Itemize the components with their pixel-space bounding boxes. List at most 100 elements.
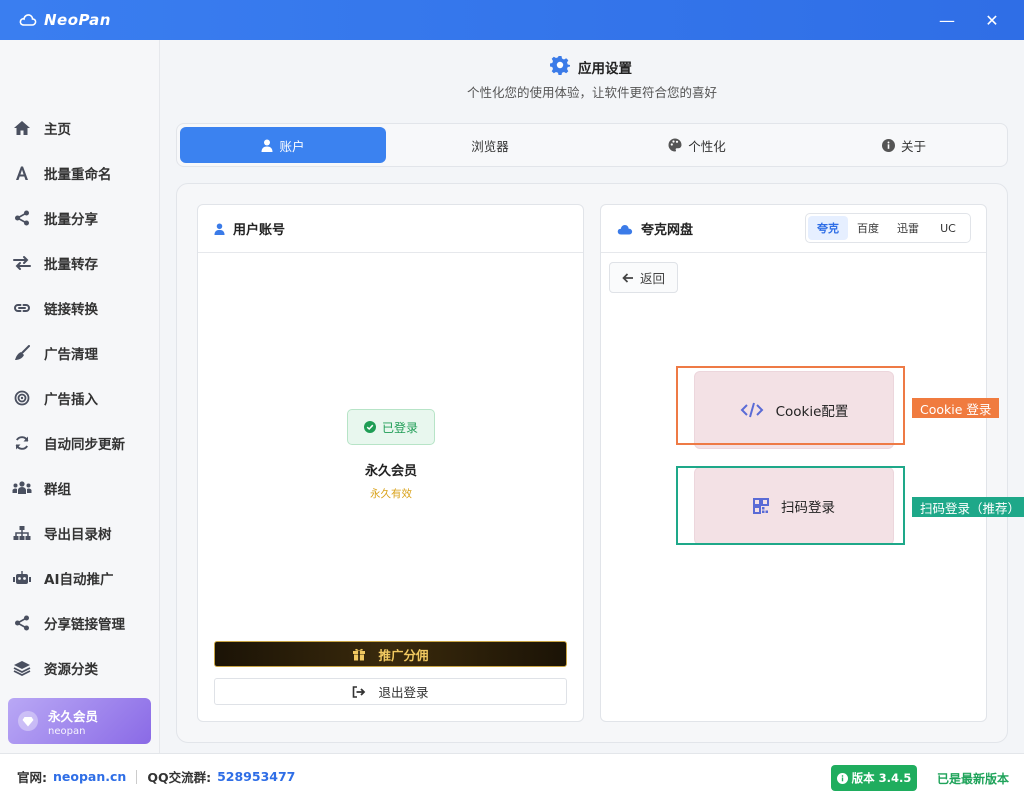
tab-browser[interactable]: 浏览器 [387, 127, 593, 163]
home-icon [12, 118, 32, 138]
sidebar-item-batch-rename[interactable]: 批量重命名 [0, 153, 159, 193]
cloud-heading: 夸克网盘 [641, 223, 694, 238]
back-label: 返回 [639, 271, 665, 286]
qr-login-highlight [676, 466, 905, 545]
sidebar-item-batch-transfer[interactable]: 批量转存 [0, 243, 159, 283]
arrow-left-icon [622, 272, 634, 283]
promo-label: 推广分佣 [378, 647, 429, 663]
sidebar-item-auto-sync[interactable]: 自动同步更新 [0, 423, 159, 463]
account-card: 用户账号 已登录 永久会员 永久有效 推广分佣 退出登录 [197, 204, 584, 722]
status-badge: 已登录 [347, 409, 435, 445]
sidebar-item-resource-category[interactable]: 资源分类 [0, 648, 159, 688]
sidebar-item-link-convert[interactable]: 链接转换 [0, 288, 159, 328]
sidebar-item-label: 批量重命名 [44, 167, 112, 183]
settings-tabs: 账户 浏览器 个性化 关于 [176, 123, 1008, 167]
status-text: 已登录 [381, 420, 418, 435]
sidebar-item-label: 导出目录树 [44, 527, 112, 543]
page-title-text: 应用设置 [578, 61, 632, 77]
provider-tab-uc[interactable]: UC [928, 216, 968, 240]
sidebar-item-label: 分享链接管理 [44, 617, 125, 633]
sidebar-item-label: 批量转存 [44, 257, 98, 273]
tab-account[interactable]: 账户 [180, 127, 386, 163]
sidebar-item-label: 批量分享 [44, 212, 98, 228]
sidebar-item-label: 自动同步更新 [44, 437, 125, 453]
sidebar-item-label: 资源分类 [44, 662, 98, 678]
sidebar: 主页 批量重命名 批量分享 批量转存 链接转换 广告清理 广告插入 自动同步更新… [0, 40, 160, 753]
sitemap-icon [12, 523, 32, 543]
member-username: neopan [48, 725, 86, 737]
cookie-login-label: Cookie 登录 [912, 398, 1000, 418]
user-icon [261, 139, 273, 152]
sidebar-item-export-tree[interactable]: 导出目录树 [0, 513, 159, 553]
sidebar-item-label: 链接转换 [44, 302, 98, 318]
promo-commission-button[interactable]: 推广分佣 [214, 641, 567, 667]
cookie-login-highlight [676, 366, 905, 445]
sidebar-item-groups[interactable]: 群组 [0, 468, 159, 508]
group-icon [12, 478, 32, 498]
check-circle-icon [363, 421, 376, 433]
user-icon [214, 223, 225, 235]
sidebar-item-ai-promo[interactable]: AI自动推广 [0, 558, 159, 598]
settings-panel: 用户账号 已登录 永久会员 永久有效 推广分佣 退出登录 夸克网盘 夸克 百度 … [176, 183, 1008, 743]
page-title: 应用设置 [550, 55, 632, 79]
cloud-logo-icon [18, 10, 38, 30]
tab-label: 关于 [900, 138, 926, 154]
close-button[interactable]: ✕ [969, 0, 1015, 40]
tab-about[interactable]: 关于 [801, 127, 1007, 163]
gift-icon [352, 647, 366, 661]
provider-tabs: 夸克 百度 迅雷 UC [805, 213, 971, 243]
font-a-icon [12, 163, 32, 183]
tab-label: 浏览器 [471, 138, 509, 154]
footer: 官网: neopan.cn QQ交流群: 528953477 版本 3.4.5 … [0, 753, 1024, 799]
tab-label: 账户 [279, 138, 305, 154]
sidebar-item-label: 主页 [44, 122, 71, 138]
sidebar-item-label: 群组 [44, 482, 71, 498]
share-icon [12, 613, 32, 633]
info-icon [836, 772, 848, 784]
sync-icon [12, 433, 32, 453]
qq-group-link[interactable]: 528953477 [217, 769, 295, 784]
qr-login-label: 扫码登录（推荐） [912, 497, 1024, 517]
layers-icon [12, 658, 32, 678]
link-icon [12, 298, 32, 318]
sidebar-item-share-links[interactable]: 分享链接管理 [0, 603, 159, 643]
sidebar-item-label: 广告插入 [44, 392, 98, 408]
sign-out-icon [352, 685, 366, 698]
target-icon [12, 388, 32, 408]
gem-icon [18, 711, 38, 731]
cloud-drive-card: 夸克网盘 夸克 百度 迅雷 UC 返回 Cookie配置 扫码登录 [600, 204, 987, 722]
member-card[interactable]: 永久会员 neopan [8, 698, 151, 744]
update-status: 已是最新版本 [937, 772, 1010, 786]
transfer-icon [12, 253, 32, 273]
site-label: 官网: [17, 770, 47, 785]
site-link[interactable]: neopan.cn [53, 769, 126, 784]
member-title: 永久会员 [48, 708, 99, 724]
version-label: 版本 3.4.5 [851, 771, 912, 785]
membership-label: 永久会员 [364, 464, 417, 479]
account-heading: 用户账号 [233, 223, 286, 238]
minimize-button[interactable]: — [924, 0, 970, 40]
tab-label: 个性化 [688, 138, 726, 154]
sidebar-item-ad-clean[interactable]: 广告清理 [0, 333, 159, 373]
share-icon [12, 208, 32, 228]
gear-icon [550, 55, 570, 79]
sidebar-item-ad-insert[interactable]: 广告插入 [0, 378, 159, 418]
version-button[interactable]: 版本 3.4.5 [831, 765, 917, 791]
provider-tab-xunlei[interactable]: 迅雷 [888, 216, 928, 240]
sidebar-item-batch-share[interactable]: 批量分享 [0, 198, 159, 238]
robot-icon [12, 568, 32, 588]
back-button[interactable]: 返回 [609, 262, 678, 293]
provider-tab-baidu[interactable]: 百度 [848, 216, 888, 240]
page-subtitle: 个性化您的使用体验，让软件更符合您的喜好 [466, 85, 717, 100]
sidebar-item-label: 广告清理 [44, 347, 98, 363]
logout-button[interactable]: 退出登录 [214, 678, 567, 705]
account-card-header: 用户账号 [198, 205, 583, 253]
cloud-icon [617, 223, 633, 235]
sidebar-item-home[interactable]: 主页 [0, 108, 159, 148]
provider-tab-quark[interactable]: 夸克 [808, 216, 848, 240]
tab-personalize[interactable]: 个性化 [594, 127, 800, 163]
membership-validity: 永久有效 [370, 488, 412, 500]
qq-label: QQ交流群: [147, 770, 212, 785]
broom-icon [12, 343, 32, 363]
info-icon [881, 138, 895, 152]
